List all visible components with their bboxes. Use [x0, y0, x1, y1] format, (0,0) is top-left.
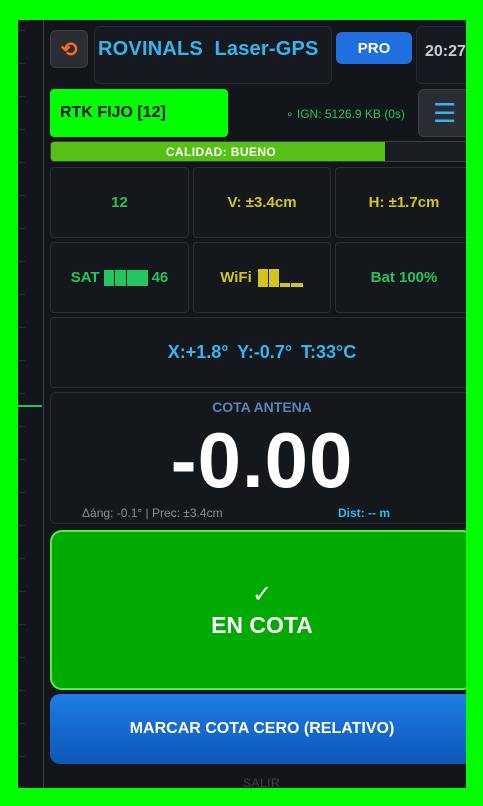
wifi-signal: WiFi — [193, 242, 331, 313]
sat-value: 46 — [151, 269, 169, 286]
ruler-tick — [18, 492, 25, 493]
ruler-tick — [18, 129, 25, 130]
sat-label: SAT — [70, 269, 100, 286]
mark-zero-button[interactable]: MARCAR COTA CERO (RELATIVO) — [50, 694, 466, 764]
sat-signal-bars-icon — [103, 269, 148, 286]
ruler-tick — [18, 327, 25, 328]
ruler-tick — [18, 261, 25, 262]
ruler-tick — [18, 525, 25, 526]
menu-icon: ☰ — [433, 97, 457, 128]
ruler-tick — [18, 558, 25, 559]
ruler-tick — [18, 96, 25, 97]
ruler-tick — [18, 393, 25, 394]
wifi-label: WiFi — [220, 269, 252, 286]
ruler-tick — [18, 360, 25, 361]
cota-panel: COTA ANTENA -0.00 Δáng: -0.1° | Prec: ±3… — [50, 392, 466, 524]
menu-button[interactable]: ☰ — [418, 89, 466, 137]
ruler-tick — [18, 591, 25, 592]
sat-signal: SAT 46 — [50, 242, 189, 313]
ruler-tick — [18, 294, 25, 295]
ruler-tick — [18, 624, 25, 625]
clock-box: 20:27 — [416, 26, 466, 84]
vertical-precision: V: ±3.4cm — [193, 167, 331, 238]
ign-status: ∘ IGN: 5126.9 KB (0s) — [286, 107, 405, 121]
ruler-tick — [18, 195, 25, 196]
ruler-tick — [18, 756, 25, 757]
app-title: ROVINALS Laser-GPS — [98, 38, 319, 61]
ruler-center-mark — [18, 405, 42, 407]
top-bar: ⟲ ROVINALS Laser-GPS PRO 20:27 — [50, 26, 466, 86]
cota-label: COTA ANTENA — [212, 399, 312, 415]
ruler-tick — [18, 426, 25, 427]
tilt-readout: X:+1.8° Y:-0.7° T:33°C — [50, 317, 466, 388]
quality-bar: CALIDAD: BUENO — [50, 141, 466, 162]
ruler-tick — [18, 690, 25, 691]
cota-meta: Δáng: -0.1° | Prec: ±3.4cm — [82, 506, 223, 520]
app-screen: ⟲ ROVINALS Laser-GPS PRO 20:27 RTK FIJO … — [18, 20, 466, 788]
exit-button[interactable]: SALIR — [243, 776, 280, 788]
ruler-tick — [18, 228, 25, 229]
brand-name: ROVINALS — [98, 38, 203, 60]
on-cota-label: EN COTA — [211, 611, 313, 638]
ign-text: IGN: 5126.9 KB (0s) — [296, 107, 405, 121]
pro-button[interactable]: PRO — [336, 32, 412, 64]
device-frame: ⟲ ROVINALS Laser-GPS PRO 20:27 RTK FIJO … — [0, 0, 483, 806]
app-name: Laser-GPS — [214, 38, 319, 60]
ruler-tick — [18, 723, 25, 724]
ruler-tick — [18, 162, 25, 163]
ruler-tick — [18, 63, 25, 64]
wifi-signal-bars-icon — [257, 268, 304, 287]
ign-dot-icon: ∘ — [286, 107, 294, 121]
ruler-tick — [18, 30, 25, 31]
reset-icon: ⟲ — [60, 38, 78, 61]
quality-label: CALIDAD: BUENO — [165, 144, 277, 159]
cota-distance: Dist: -- m — [338, 506, 390, 520]
horizontal-precision: H: ±1.7cm — [335, 167, 466, 238]
on-cota-indicator: ✓ EN COTA — [50, 530, 466, 690]
rtk-status: RTK FIJO [12] — [50, 89, 228, 137]
check-icon: ✓ — [251, 580, 273, 608]
cota-value: -0.00 — [170, 416, 354, 504]
reset-button[interactable]: ⟲ — [50, 30, 88, 68]
level-ruler — [18, 20, 44, 788]
ruler-tick — [18, 459, 25, 460]
satellite-count: 12 — [50, 167, 189, 238]
ruler-tick — [18, 657, 25, 658]
clock: 20:27 — [425, 43, 466, 60]
battery-status: Bat 100% — [335, 242, 466, 313]
